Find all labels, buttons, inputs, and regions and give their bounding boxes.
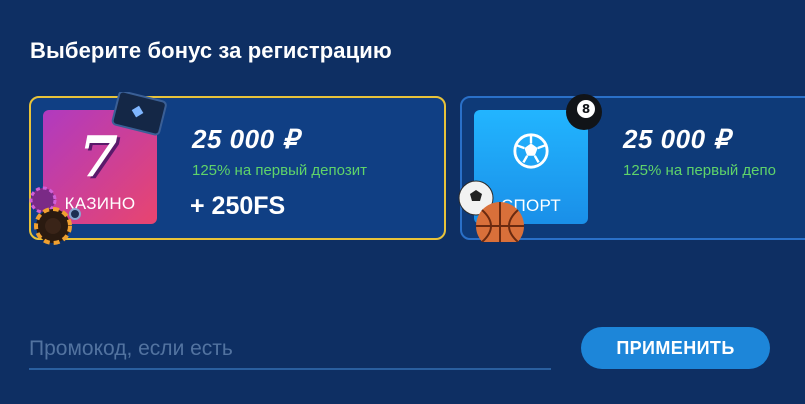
billiard-ball-icon: 8	[566, 94, 602, 130]
casino-chips-icon	[29, 186, 81, 245]
apply-button[interactable]: ПРИМЕНИТЬ	[581, 327, 770, 369]
casino-free-spins: + 250FS	[190, 192, 286, 220]
playing-card-icon	[111, 92, 167, 136]
sport-description: 125% на первый депо	[623, 162, 776, 179]
casino-description: 125% на первый депозит	[192, 162, 367, 179]
sport-balls-icon	[458, 180, 524, 242]
sport-amount: 25 000 ₽	[623, 124, 731, 154]
bonus-card-casino[interactable]: 7 КАЗИНО 25 000 ₽ 125% на первый депозит…	[29, 92, 446, 245]
promo-code-input[interactable]	[29, 330, 551, 370]
soccer-ball-icon	[513, 133, 549, 169]
bonus-card-sport[interactable]: СПОРТ 8 25 000 ₽ 125% на первый депо	[458, 94, 805, 242]
svg-text:8: 8	[582, 102, 590, 116]
casino-amount: 25 000 ₽	[192, 124, 300, 154]
page-title: Выберите бонус за регистрацию	[30, 38, 392, 63]
